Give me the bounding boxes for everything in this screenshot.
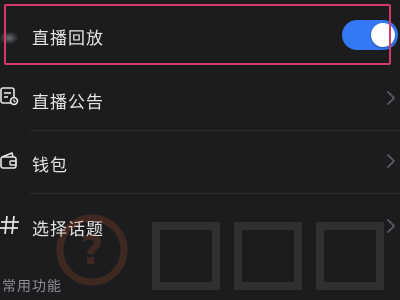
wallet-icon — [0, 152, 17, 169]
section-header-common-functions: 常用功能 — [2, 279, 62, 295]
setting-row-live-announcement[interactable]: 直播公告 — [0, 68, 400, 130]
chevron-right-icon — [387, 154, 395, 168]
setting-label-choose-topic: 选择话题 — [32, 220, 104, 240]
setting-label-live-announcement: 直播公告 — [32, 93, 104, 113]
setting-row-choose-topic[interactable]: 选择话题 — [0, 194, 400, 256]
chevron-right-icon — [387, 91, 395, 105]
hashtag-icon — [0, 215, 19, 235]
highlight-box — [4, 4, 391, 65]
settings-screen: 直播回放 直播公告 钱包 选择话题 ? 常用功能 — [0, 0, 400, 300]
announcement-icon — [0, 87, 19, 106]
chevron-right-icon — [387, 219, 395, 233]
setting-row-wallet[interactable]: 钱包 — [0, 131, 400, 193]
setting-label-wallet: 钱包 — [32, 156, 68, 176]
